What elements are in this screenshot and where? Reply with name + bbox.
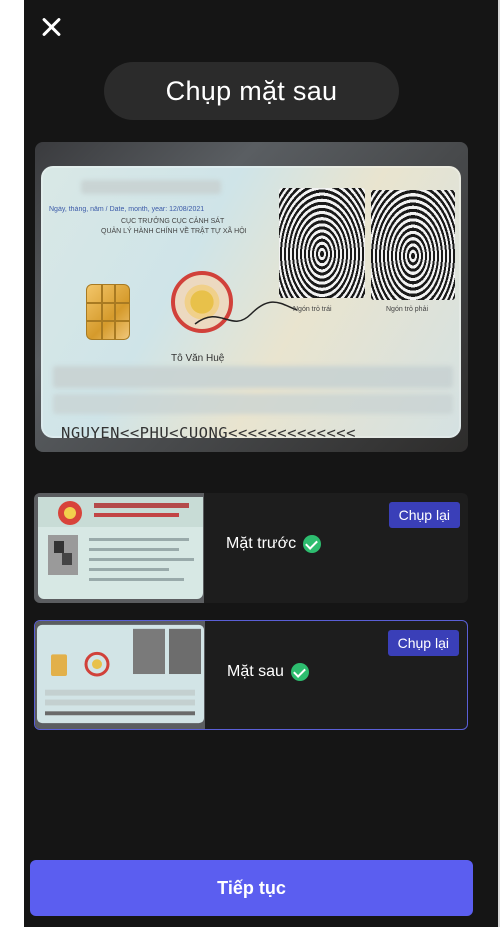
authority-title: CỤC TRƯỞNG CỤC CẢNH SÁT: [121, 218, 225, 225]
signer-name: Tô Văn Huệ: [171, 353, 225, 364]
id-card-back: Ngày, tháng, năm / Date, month, year: 12…: [41, 166, 461, 442]
retake-back-button[interactable]: Chụp lại: [387, 630, 459, 656]
back-thumbnail: [35, 621, 205, 729]
front-thumbnail: [34, 493, 204, 603]
left-fingerprint: [279, 188, 365, 298]
check-icon: [303, 535, 322, 553]
redacted-mrz-line: [53, 394, 453, 414]
card-back-preview: Ngày, tháng, năm / Date, month, year: 12…: [35, 142, 468, 452]
capture-row-front[interactable]: Mặt trước Chụp lại: [34, 493, 468, 603]
left-finger-label: Ngón trỏ trái: [293, 306, 332, 313]
capture-row-label: Mặt sau: [227, 663, 309, 681]
capture-row-back[interactable]: Mặt sau Chụp lại: [34, 620, 468, 730]
card-chip: [86, 284, 130, 340]
back-label: Mặt sau: [227, 663, 284, 680]
retake-front-button[interactable]: Chụp lại: [388, 502, 460, 528]
capture-screen: Chụp mặt sau Ngày, tháng, năm / Date, mo…: [24, 0, 500, 927]
right-finger-label: Ngón trỏ phải: [386, 306, 429, 313]
redacted-field: [81, 180, 221, 194]
continue-button[interactable]: Tiếp tục: [30, 860, 473, 916]
check-icon: [290, 663, 309, 681]
mrz-line: NGUYEN<<PHU<CUONG<<<<<<<<<<<<<: [61, 424, 356, 442]
page-title: Chụp mặt sau: [104, 62, 399, 120]
authority-subtitle: QUẢN LÝ HÀNH CHÍNH VỀ TRẬT TỰ XÃ HỘI: [101, 228, 247, 235]
close-icon[interactable]: [38, 14, 64, 40]
redacted-mrz-line: [53, 366, 453, 388]
right-fingerprint: [371, 190, 455, 300]
front-label: Mặt trước: [226, 535, 297, 552]
issue-date-text: Ngày, tháng, năm / Date, month, year: 12…: [49, 206, 205, 213]
capture-row-label: Mặt trước: [226, 535, 322, 553]
